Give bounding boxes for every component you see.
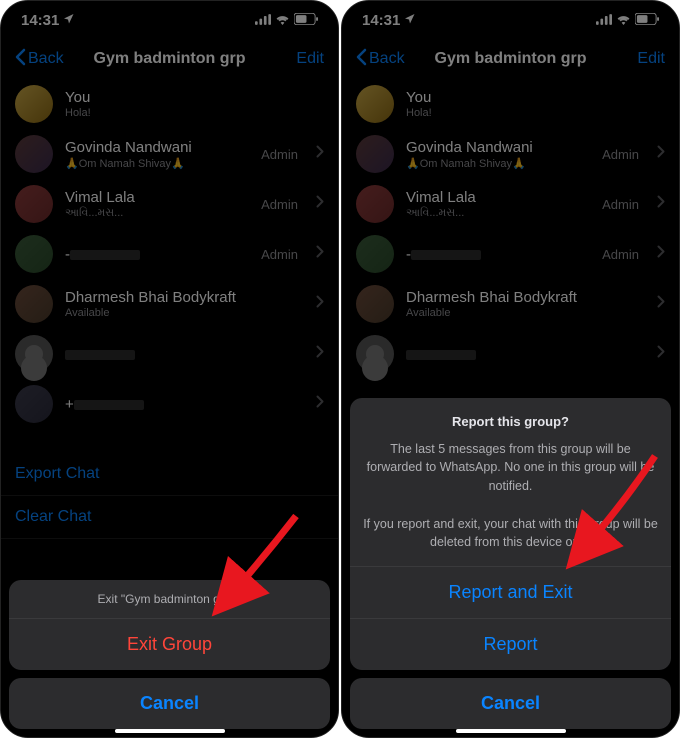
- sheet-body-1: The last 5 messages from this group will…: [367, 442, 655, 494]
- action-sheet: Exit "Gym badminton grp"? Exit Group Can…: [9, 580, 330, 729]
- sheet-title: Report this group?: [362, 412, 659, 432]
- action-sheet: Report this group? The last 5 messages f…: [350, 398, 671, 729]
- exit-group-button[interactable]: Exit Group: [9, 619, 330, 670]
- home-indicator[interactable]: [456, 729, 566, 733]
- sheet-group: Exit "Gym badminton grp"? Exit Group: [9, 580, 330, 670]
- phone-left: 14:31 Back Gym badminton grp Edit YouHol…: [0, 0, 339, 738]
- sheet-body-2: If you report and exit, your chat with t…: [363, 517, 658, 550]
- sheet-header: Report this group? The last 5 messages f…: [350, 398, 671, 567]
- cancel-button[interactable]: Cancel: [9, 678, 330, 729]
- home-indicator[interactable]: [115, 729, 225, 733]
- sheet-prompt: Exit "Gym badminton grp"?: [9, 580, 330, 619]
- phone-right: 14:31 Back Gym badminton grp Edit YouHol…: [341, 0, 680, 738]
- report-button[interactable]: Report: [350, 619, 671, 670]
- sheet-group: Report this group? The last 5 messages f…: [350, 398, 671, 670]
- cancel-button[interactable]: Cancel: [350, 678, 671, 729]
- report-and-exit-button[interactable]: Report and Exit: [350, 567, 671, 619]
